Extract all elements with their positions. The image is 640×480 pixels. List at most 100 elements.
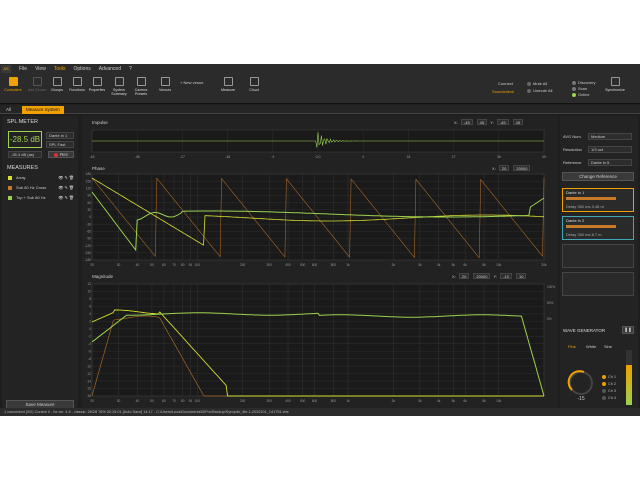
discovery-button[interactable]: Discovery: [572, 80, 596, 85]
resolution-select[interactable]: 1/3 oct: [588, 146, 632, 153]
y-tick-label: -150: [85, 251, 92, 255]
wave-sine[interactable]: Sine: [604, 344, 612, 349]
input-card-empty[interactable]: [562, 272, 634, 296]
eye-icon[interactable]: 👁 ✎ 🗑: [58, 194, 74, 201]
rec-button[interactable]: Rec: [48, 151, 74, 158]
menu-advanced[interactable]: Advanced: [95, 66, 125, 72]
impulse-y-to[interactable]: 45: [512, 119, 524, 125]
x-tick-label: 30: [117, 263, 121, 267]
y-tick-label: -120: [85, 244, 92, 248]
impulse-tick-label: -45: [89, 155, 94, 159]
x-tick-label: 50: [150, 399, 154, 403]
soundcheck-toggle[interactable]: Soundcheck: [492, 89, 514, 94]
output-meter: [626, 350, 632, 405]
channel-list: Ch 1 Ch 2 Ch 3 Ch 4: [602, 374, 616, 402]
list-item[interactable]: Array 👁 ✎ 🗑: [8, 174, 76, 181]
gain-knob[interactable]: -15: [566, 368, 596, 402]
spl-source-select[interactable]: Dante in 1: [46, 132, 74, 139]
cloud-button[interactable]: Cloud: [243, 77, 265, 92]
x-tick-label: 60: [162, 399, 166, 403]
online-toggle[interactable]: Online: [572, 92, 590, 97]
x-tick-label: 1k: [346, 263, 350, 267]
input-card-empty[interactable]: [562, 244, 634, 268]
camera-presets-button[interactable]: Camera Presets: [130, 77, 152, 96]
menu-tools[interactable]: Tools: [50, 66, 70, 72]
list-item[interactable]: Sub 80 Hz Cross 👁 ✎ 🗑: [8, 184, 76, 191]
synchronize-button[interactable]: Synchronize: [604, 77, 626, 92]
groups-icon: [52, 77, 62, 86]
impulse-x-to[interactable]: 45: [476, 119, 488, 125]
status-bar: 1 connected (0/0) Control 0 - fw ver. 4.…: [0, 408, 640, 416]
x-tick-label: 60: [162, 263, 166, 267]
wave-white[interactable]: White: [586, 344, 596, 349]
phase-chart[interactable]: 1801501209060300-30-60-90-120-150-18020 3…: [82, 172, 558, 272]
pause-button[interactable]: ❚❚: [622, 326, 634, 334]
impulse-tick-label: -27: [180, 155, 185, 159]
channel-2-toggle[interactable]: Ch 2: [602, 381, 616, 388]
x-tick-label: 3k: [418, 399, 422, 403]
impulse-tick-label: -36: [135, 155, 140, 159]
measure-button[interactable]: Measure: [217, 77, 239, 92]
measures-title: MEASURES: [7, 165, 38, 171]
y-tick-label: -30: [86, 222, 91, 226]
menu-options[interactable]: Options: [70, 66, 95, 72]
magnitude-x-to[interactable]: 20000: [473, 273, 491, 279]
impulse-y-from[interactable]: -45: [496, 119, 509, 125]
x-tick-label: 20k: [541, 263, 547, 267]
menu-help[interactable]: ?: [125, 66, 136, 72]
input-card-1[interactable]: Dante in 1 Delay 350 ms 3.48 m: [562, 188, 634, 212]
avg-select[interactable]: Medium: [588, 133, 632, 140]
new-venue-button[interactable]: + New venue: [180, 80, 203, 85]
eye-icon[interactable]: 👁 ✎ 🗑: [58, 184, 74, 191]
unmute-all-button[interactable]: Unmute All: [527, 88, 552, 93]
channel-3-toggle[interactable]: Ch 3: [602, 388, 616, 395]
magnitude-y-to[interactable]: 10: [515, 273, 527, 279]
mute-all-button[interactable]: Mute All: [527, 81, 547, 86]
functions-button[interactable]: Functions: [66, 77, 88, 92]
change-reference-button[interactable]: Change Reference: [562, 172, 634, 181]
venues-button[interactable]: Venues: [154, 77, 176, 92]
add-device-button[interactable]: Add Device: [26, 77, 48, 92]
system-summary-button[interactable]: System Summary: [108, 77, 130, 96]
properties-button[interactable]: Properties: [86, 77, 108, 92]
phase-x-from[interactable]: 20: [498, 165, 510, 171]
x-tick-label: 600: [312, 263, 318, 267]
channel-4-toggle[interactable]: Ch 4: [602, 395, 616, 402]
x-tick-label: 800: [331, 399, 337, 403]
input-card-2[interactable]: Dante in 2 Delay 350 ms 8.7 m: [562, 216, 634, 240]
scan-button[interactable]: Scan: [572, 86, 587, 91]
scan-icon: [572, 86, 576, 91]
sync-icon: [610, 77, 620, 86]
controllers-button[interactable]: Controllers: [2, 77, 24, 92]
wave-pink[interactable]: Pink: [568, 344, 576, 349]
eye-icon[interactable]: 👁 ✎ 🗑: [58, 174, 74, 181]
x-tick-label: 50: [150, 263, 154, 267]
magnitude-chart[interactable]: 121086420-2-4-6-8-10-12-14-16-1820 30 40 50…: [82, 282, 558, 408]
level-bar: [566, 197, 616, 200]
magnitude-y-from[interactable]: -10: [500, 273, 512, 279]
channel-1-toggle[interactable]: Ch 1: [602, 374, 616, 381]
y-tick-label: -2: [88, 334, 91, 338]
tab-all[interactable]: All: [2, 106, 15, 114]
y-tick-label: 2: [89, 320, 91, 324]
reference-select[interactable]: Dante in 5: [588, 159, 632, 166]
phase-controls: X: 20 20000: [492, 165, 532, 171]
magnitude-x-from[interactable]: 20: [458, 273, 470, 279]
unmute-icon: [527, 88, 531, 93]
x-tick-label: 4k: [437, 399, 441, 403]
spl-weighting-select[interactable]: SPL Fast: [46, 141, 74, 148]
groups-button[interactable]: Groups: [46, 77, 68, 92]
menu-file[interactable]: File: [15, 66, 31, 72]
ribbon-toolbar: Controllers Add Device Groups Functions …: [0, 74, 640, 104]
impulse-x-from[interactable]: -45: [460, 119, 473, 125]
menu-view[interactable]: View: [31, 66, 50, 72]
impulse-chart[interactable]: -45 -36 -27 -18 -9 0.0 9 18 27 36 45: [82, 128, 558, 162]
impulse-tick-label: -9: [271, 155, 274, 159]
record-icon: [53, 152, 58, 157]
phase-x-to[interactable]: 20000: [513, 165, 531, 171]
list-item[interactable]: Top + Sub 80 Hz 👁 ✎ 🗑: [8, 194, 76, 201]
spl-peak: -35.3 dB (as): [8, 151, 42, 158]
avg-label: AVG Num.: [563, 134, 582, 139]
tab-measure-system[interactable]: Measure System: [22, 106, 64, 114]
color-swatch: [8, 185, 12, 190]
